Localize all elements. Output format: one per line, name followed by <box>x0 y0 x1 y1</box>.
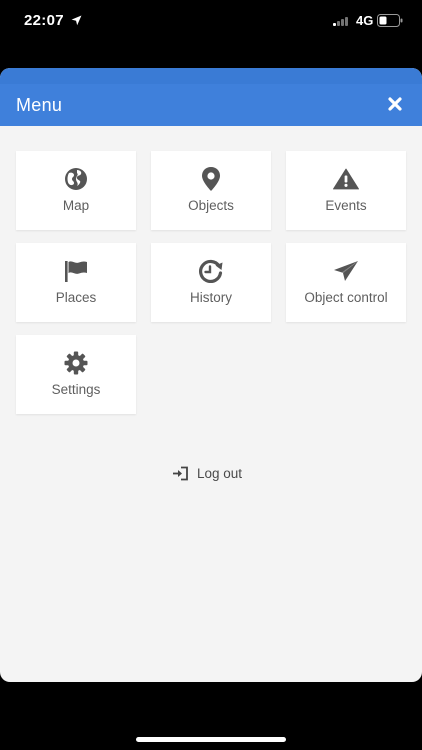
network-type: 4G <box>356 13 374 28</box>
sign-in-icon <box>173 466 188 480</box>
menu-item-object-control[interactable]: Object control <box>286 243 406 322</box>
menu-item-label: Events <box>325 198 367 213</box>
menu-item-events[interactable]: Events <box>286 151 406 230</box>
status-bar: 22:07 4G <box>0 0 422 44</box>
menu-item-map[interactable]: Map <box>16 151 136 230</box>
menu-item-label: Settings <box>51 382 101 397</box>
cellular-signal-icon <box>333 15 353 26</box>
map-pin-icon <box>198 167 224 191</box>
globe-icon <box>63 167 89 191</box>
menu-item-label: Map <box>62 198 90 213</box>
logout-label: Log out <box>197 465 243 481</box>
warning-icon <box>333 167 359 191</box>
menu-header: Menu <box>0 84 422 126</box>
paper-plane-icon <box>333 259 359 283</box>
flag-icon <box>63 259 89 283</box>
page-title: Menu <box>16 95 63 115</box>
menu-sheet: Menu Map Objects Events Places History O… <box>0 68 422 682</box>
menu-item-label: Places <box>55 290 97 305</box>
menu-item-label: Object control <box>304 290 388 305</box>
gear-icon <box>63 351 89 375</box>
menu-item-label: History <box>189 290 232 305</box>
location-arrow-icon <box>71 15 82 26</box>
menu-item-places[interactable]: Places <box>16 243 136 322</box>
battery-icon <box>377 14 403 27</box>
history-icon <box>198 259 224 283</box>
close-icon[interactable] <box>388 97 402 111</box>
menu-item-label: Objects <box>188 198 234 213</box>
home-indicator[interactable] <box>136 737 286 742</box>
menu-item-settings[interactable]: Settings <box>16 335 136 414</box>
menu-item-history[interactable]: History <box>151 243 271 322</box>
status-time: 22:07 <box>24 12 64 29</box>
sheet-top-edge <box>0 68 422 84</box>
menu-item-objects[interactable]: Objects <box>151 151 271 230</box>
logout-button[interactable]: Log out <box>172 463 242 483</box>
